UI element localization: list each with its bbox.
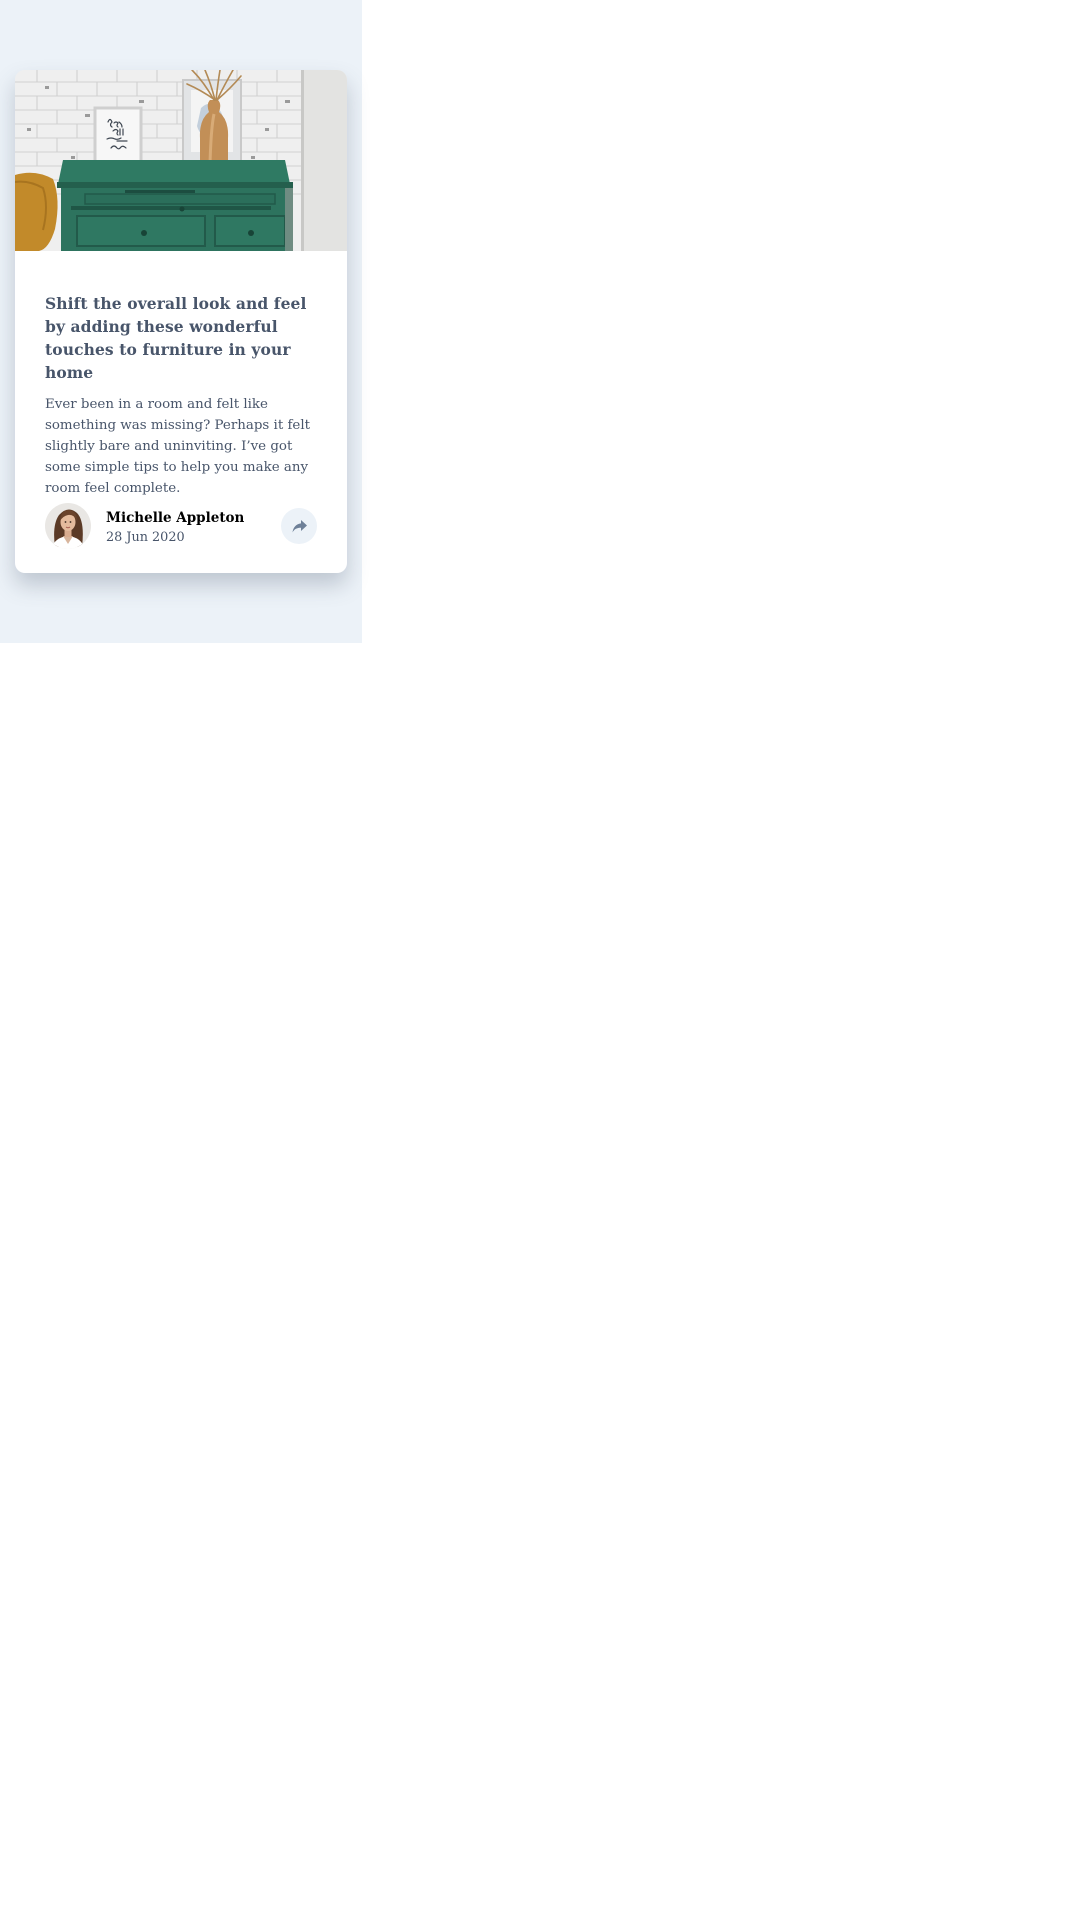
share-arrow-icon — [292, 519, 307, 532]
furniture-photo-icon — [15, 70, 347, 251]
post-date: 28 Jun 2020 — [106, 530, 185, 545]
author-bar: Michelle Appleton 28 Jun 2020 — [45, 503, 317, 549]
author-name[interactable]: Michelle Appleton — [106, 510, 244, 526]
avatar — [45, 503, 91, 549]
share-button[interactable] — [281, 508, 317, 544]
article-hero-image — [15, 70, 347, 251]
page-background: Shift the overall look and feel by addin… — [0, 0, 362, 643]
article-body: Shift the overall look and feel by addin… — [45, 251, 317, 499]
article-card: Shift the overall look and feel by addin… — [15, 70, 347, 573]
avatar-photo-icon — [45, 503, 91, 549]
article-title[interactable]: Shift the overall look and feel by addin… — [45, 292, 317, 384]
article-excerpt: Ever been in a room and felt like someth… — [45, 397, 311, 496]
